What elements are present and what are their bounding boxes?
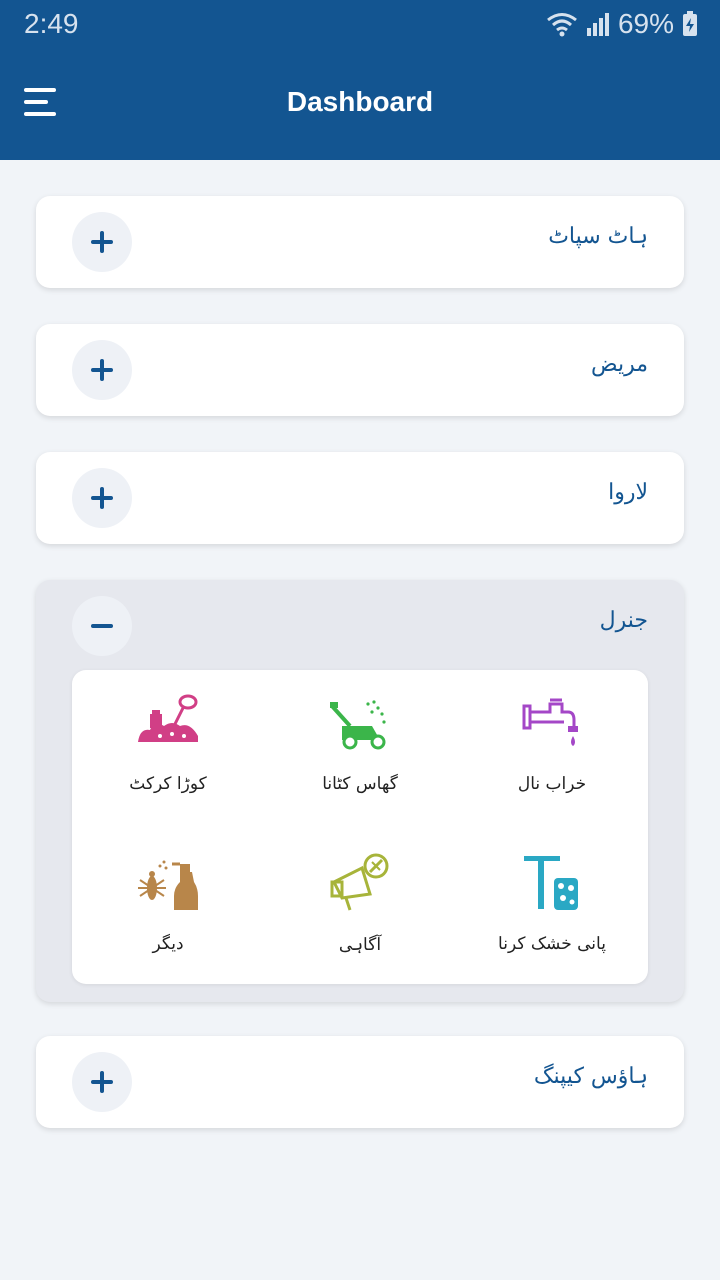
- tile-label: گھاس کٹانا: [322, 774, 398, 794]
- general-items-panel: خراب نال گھاس کٹانا کوڑا کرکٹ پانی خشک ک…: [72, 670, 648, 984]
- minus-icon: [91, 624, 113, 628]
- expand-button[interactable]: [72, 468, 132, 528]
- tile-label: دیگر: [152, 934, 184, 954]
- expand-button[interactable]: [72, 1052, 132, 1112]
- section-housekeeping[interactable]: ہاؤس کیپنگ: [36, 1036, 684, 1128]
- tile-label: پانی خشک کرنا: [498, 934, 606, 954]
- insect-spray-icon: [138, 860, 198, 910]
- tile-leaking-tap[interactable]: خراب نال: [456, 670, 648, 820]
- expand-button[interactable]: [72, 212, 132, 272]
- tile-label: کوڑا کرکٹ: [129, 774, 207, 794]
- wifi-icon: [547, 13, 577, 37]
- collapse-button[interactable]: [72, 596, 132, 656]
- garbage-pile-icon: [138, 694, 198, 742]
- section-label: جنرل: [599, 608, 648, 633]
- battery-charging-icon: [683, 11, 697, 36]
- tile-other[interactable]: دیگر: [72, 830, 264, 980]
- section-label: ہاؤس کیپنگ: [533, 1064, 648, 1089]
- battery-percent: 69%: [617, 8, 674, 39]
- lawn-mower-icon: [330, 700, 386, 750]
- tile-lawn-mower[interactable]: گھاس کٹانا: [264, 670, 456, 820]
- section-larva[interactable]: لاروا: [36, 452, 684, 544]
- tile-label: خراب نال: [517, 774, 587, 794]
- status-icons: 69%: [546, 8, 698, 40]
- app-bar: 2:49 69% Dashboard: [0, 0, 720, 160]
- status-time: 2:49: [24, 8, 79, 39]
- signal-icon: [586, 13, 609, 36]
- tile-awareness[interactable]: آگاہی: [264, 830, 456, 980]
- section-label: لاروا: [608, 480, 648, 505]
- squeegee-sponge-icon: [524, 856, 578, 910]
- section-general[interactable]: جنرل خراب نال گھاس کٹانا کوڑا کرکٹ پانی …: [36, 580, 684, 1002]
- expand-button[interactable]: [72, 340, 132, 400]
- tile-label: آگاہی: [338, 935, 382, 955]
- page-title: Dashboard: [286, 86, 434, 117]
- section-label: مریض: [591, 352, 648, 377]
- section-label: ہاٹ سپاٹ: [548, 224, 648, 249]
- tile-garbage[interactable]: کوڑا کرکٹ: [72, 670, 264, 820]
- section-hotspot[interactable]: ہاٹ سپاٹ: [36, 196, 684, 288]
- section-patient[interactable]: مریض: [36, 324, 684, 416]
- megaphone-mosquito-icon: [330, 853, 389, 911]
- tile-drain-water[interactable]: پانی خشک کرنا: [456, 830, 648, 980]
- leaking-tap-icon: [522, 698, 578, 746]
